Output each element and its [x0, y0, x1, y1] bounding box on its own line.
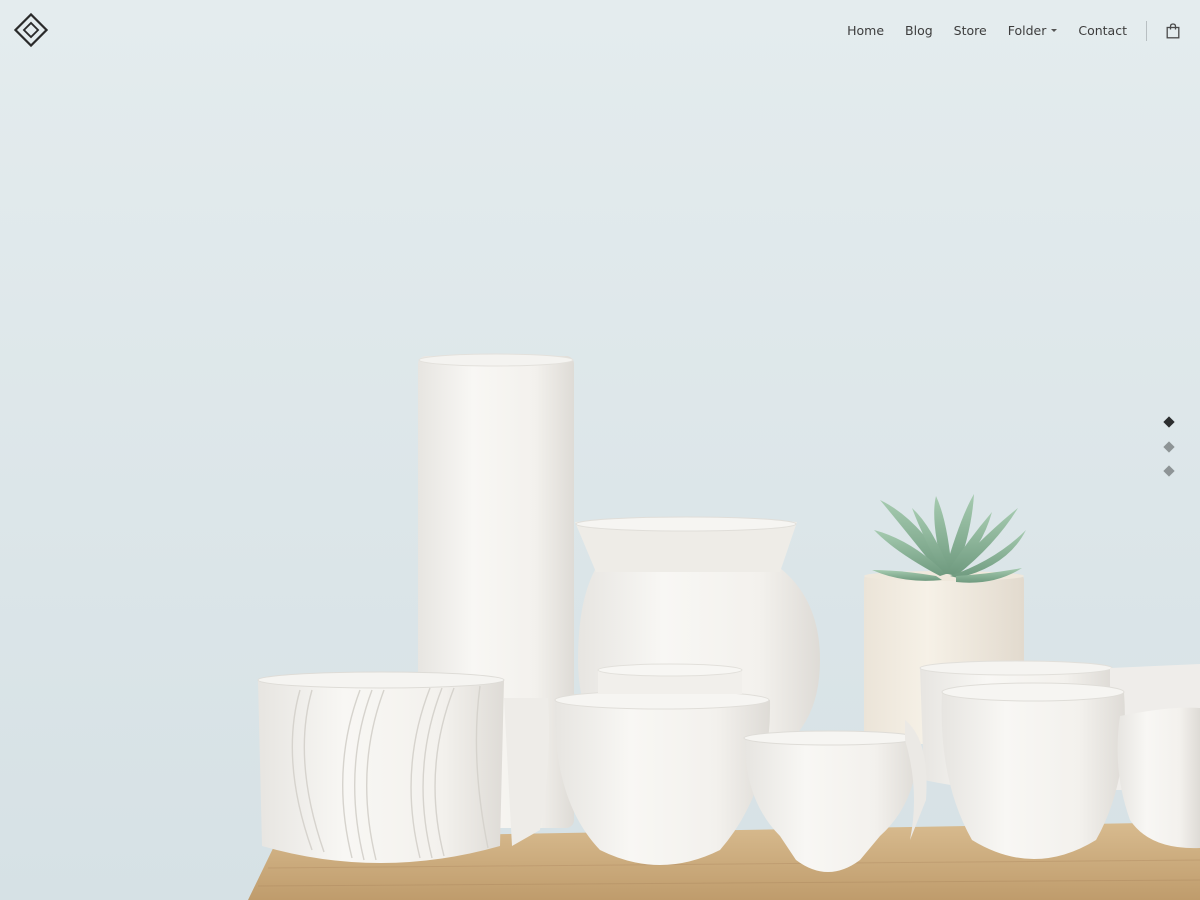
shopping-bag-icon[interactable] [1166, 23, 1180, 39]
diamond-logo-icon[interactable] [14, 12, 48, 50]
chevron-down-icon [1051, 29, 1058, 32]
main-navigation: Home Blog Store Folder Contact [847, 19, 1180, 43]
nav-divider [1146, 21, 1147, 41]
slide-dot-3[interactable] [1163, 465, 1175, 477]
nav-folder[interactable]: Folder [1008, 19, 1058, 43]
hero-image [0, 0, 1200, 900]
slide-indicators [1162, 414, 1178, 480]
nav-store[interactable]: Store [954, 19, 987, 43]
slide-dot-2[interactable] [1163, 441, 1175, 453]
nav-blog[interactable]: Blog [905, 19, 933, 43]
nav-folder-label: Folder [1007, 23, 1047, 38]
site-header: Home Blog Store Folder Contact [0, 0, 1200, 62]
slide-dot-1[interactable] [1163, 416, 1175, 428]
nav-home[interactable]: Home [847, 19, 884, 43]
nav-contact[interactable]: Contact [1078, 19, 1127, 43]
page: Home Blog Store Folder Contact [0, 0, 1200, 900]
